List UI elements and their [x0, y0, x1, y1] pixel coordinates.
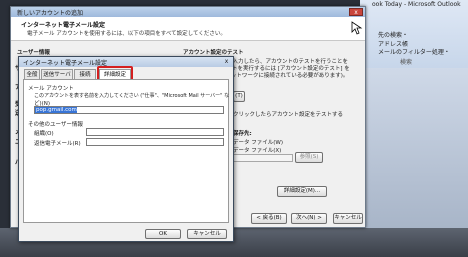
wizard-subheading: 電子メール アカウントを使用するには、以下の項目をすべて設定してください。 — [27, 31, 226, 37]
ok-button[interactable]: OK — [145, 229, 181, 239]
auto-test-label[interactable]: クリックしたらアカウント設定をテストする — [233, 110, 343, 118]
tab-outgoing-server[interactable]: 送信サーバー — [41, 69, 73, 88]
existing-data-file-field[interactable] — [233, 154, 293, 162]
wizard-close-button[interactable]: x — [349, 8, 363, 16]
outlook-content-area — [360, 68, 468, 228]
other-user-info-group-label: その他のユーザー情報 — [28, 122, 83, 128]
general-tab-panel: メール アカウント このアカウントを表す名前を入力してください ("仕事"、"M… — [23, 79, 229, 223]
mouse-cursor-icon — [351, 21, 363, 35]
existing-data-file-option[interactable]: データ ファイル(X) — [233, 146, 281, 154]
ribbon-item-filter[interactable]: メールのフィルター処理・ — [378, 47, 450, 56]
mail-account-group-label: メール アカウント — [28, 86, 74, 92]
organization-label: 組織(O) — [34, 131, 54, 137]
test-section-label: アカウント設定のテスト — [183, 50, 244, 56]
dialog-close-button[interactable]: x — [222, 58, 231, 66]
dialog-title: インターネット電子メール設定 — [23, 60, 108, 67]
outlook-window-title: ook Today - Microsoft Outlook — [372, 1, 461, 8]
browse-button[interactable]: 参照(S) — [295, 152, 323, 163]
next-button[interactable]: 次へ(N) > — [291, 213, 327, 224]
more-settings-button[interactable]: 詳細設定(M)... — [277, 186, 327, 197]
user-info-label: ユーザー情報 — [17, 50, 50, 56]
new-data-file-option[interactable]: データ ファイル(W) — [233, 138, 283, 146]
organization-input[interactable] — [86, 128, 224, 136]
ribbon-group-label: 検索 — [400, 59, 413, 66]
reply-email-input[interactable] — [86, 138, 224, 146]
deliver-to-label: 保存先: — [233, 131, 252, 137]
account-name-value: pop.gmail.com — [35, 107, 77, 113]
wizard-title: 新しいアカウントの追加 — [17, 10, 84, 17]
tab-general[interactable]: 全般 — [24, 69, 40, 79]
mail-account-description: このアカウントを表す名前を入力してください ("仕事"、"Microsoft M… — [34, 93, 230, 99]
back-button[interactable]: < 戻る(B) — [251, 213, 287, 224]
wizard-heading: インターネット電子メール設定 — [21, 22, 106, 29]
account-name-input[interactable]: pop.gmail.com — [34, 106, 224, 114]
internet-email-settings-dialog: インターネット電子メール設定 x 全般 送信サーバー 接続 詳細設定 メール ア… — [18, 56, 234, 242]
wizard-cancel-button[interactable]: キャンセル — [333, 213, 363, 224]
wizard-header: インターネット電子メール設定 電子メール アカウントを使用するには、以下の項目を… — [11, 17, 365, 41]
reply-email-label: 返信電子メール(R) — [34, 141, 81, 147]
tab-connection[interactable]: 接続 — [74, 69, 96, 79]
ribbon-item-search[interactable]: 先の検索・ — [378, 30, 408, 39]
test-account-settings-button[interactable]: (T) — [233, 91, 245, 102]
dialog-cancel-button[interactable]: キャンセル — [187, 229, 227, 239]
outlook-ribbon — [360, 0, 468, 68]
wizard-titlebar: 新しいアカウントの追加 x — [11, 7, 365, 17]
